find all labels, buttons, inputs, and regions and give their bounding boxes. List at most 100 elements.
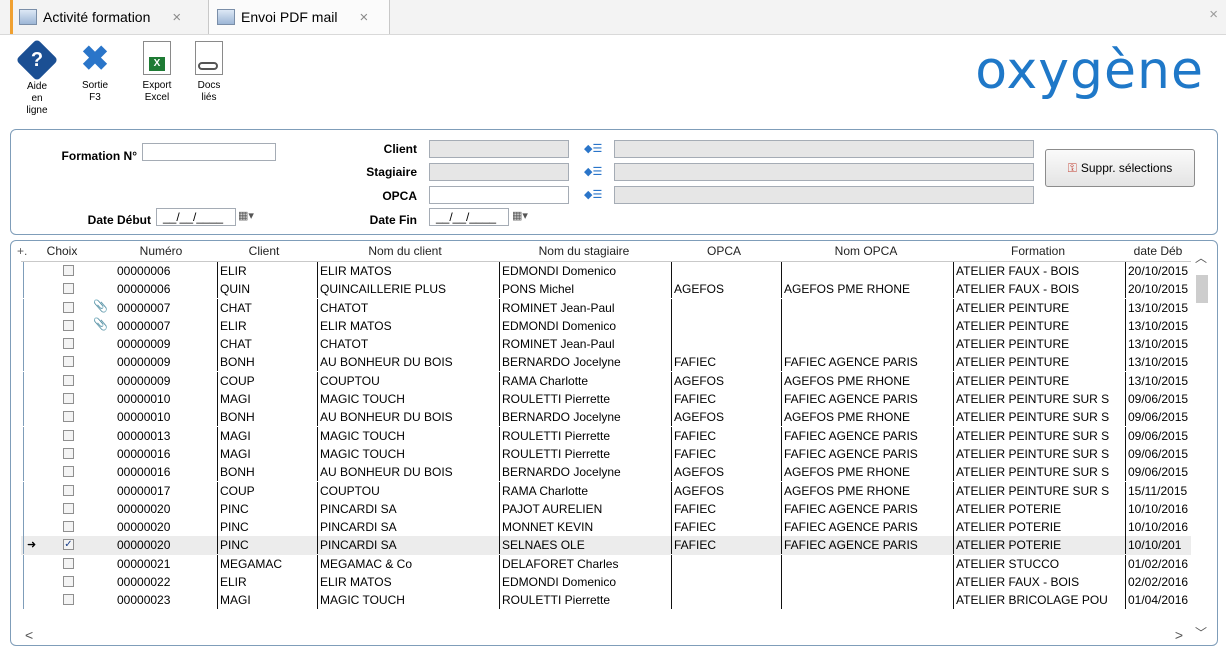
cell-nom_client: COUPTOU bbox=[317, 371, 496, 390]
cell-stagiaire: PONS Michel bbox=[499, 280, 672, 299]
cell-nom_opca: FAFIEC AGENCE PARIS bbox=[781, 390, 954, 409]
table-row[interactable]: 00000016 MAGI MAGIC TOUCH ROULETTI Pierrett… bbox=[21, 444, 1191, 463]
list-picker-icon[interactable]: ◆☰ bbox=[584, 188, 602, 201]
col-numero[interactable]: Numéro bbox=[111, 241, 211, 261]
row-checkbox[interactable] bbox=[63, 576, 74, 588]
col-client[interactable]: Client bbox=[217, 241, 311, 261]
add-column-icon[interactable]: +. bbox=[17, 244, 27, 258]
cell-formation: ATELIER PEINTURE SUR S bbox=[953, 463, 1126, 482]
row-checkbox[interactable] bbox=[63, 594, 74, 606]
table-row[interactable]: 00000009 COUP COUPTOU RAMA Charlotte AGEFOS A… bbox=[21, 371, 1191, 390]
row-indicator bbox=[23, 518, 47, 537]
row-checkbox[interactable]: ✓ bbox=[63, 539, 74, 551]
row-checkbox[interactable] bbox=[63, 502, 74, 514]
date-debut-input[interactable]: __/__/____ bbox=[156, 208, 236, 226]
formation-input[interactable] bbox=[142, 143, 276, 161]
col-choix[interactable]: Choix bbox=[41, 241, 83, 261]
paperclip-icon[interactable]: 📎 bbox=[93, 317, 108, 331]
stagiaire-code-input[interactable] bbox=[429, 163, 569, 181]
cell-stagiaire: RAMA Charlotte bbox=[499, 371, 672, 390]
tab-label: Activité formation bbox=[43, 9, 151, 25]
chevron-right-icon[interactable]: > bbox=[1175, 627, 1183, 643]
export-excel-button[interactable]: X Export Excel bbox=[134, 41, 180, 104]
row-checkbox[interactable] bbox=[63, 447, 74, 459]
list-picker-icon[interactable]: ◆☰ bbox=[584, 142, 602, 155]
col-opca[interactable]: OPCA bbox=[671, 241, 777, 261]
cell-formation: ATELIER PEINTURE SUR S bbox=[953, 390, 1126, 409]
row-checkbox[interactable] bbox=[63, 466, 74, 478]
client-code-input[interactable] bbox=[429, 140, 569, 158]
row-checkbox[interactable] bbox=[63, 374, 74, 386]
chevron-up-icon[interactable]: ︿ bbox=[1195, 249, 1207, 266]
row-checkbox[interactable] bbox=[63, 265, 74, 276]
horizontal-scrollbar[interactable]: < > bbox=[21, 627, 1191, 643]
table-row[interactable]: 00000020 PINC PINCARDI SA PAJOT AURELIEN FAF… bbox=[21, 499, 1191, 518]
close-icon[interactable]: × bbox=[172, 9, 181, 26]
cell-client: BONH bbox=[217, 353, 314, 372]
tab-bar: Activité formation × Envoi PDF mail × × bbox=[0, 0, 1226, 35]
table-row[interactable]: 00000013 MAGI MAGIC TOUCH ROULETTI Pierrett… bbox=[21, 426, 1191, 445]
row-checkbox[interactable] bbox=[63, 411, 74, 423]
table-row[interactable]: 00000017 COUP COUPTOU RAMA Charlotte AGEFOS A… bbox=[21, 481, 1191, 500]
exit-button[interactable]: ✖ Sortie F3 bbox=[72, 41, 118, 104]
window-close-icon[interactable]: × bbox=[1209, 6, 1218, 23]
scroll-thumb[interactable] bbox=[1196, 275, 1208, 303]
row-checkbox[interactable] bbox=[63, 557, 74, 569]
chevron-down-icon[interactable]: ﹀ bbox=[1195, 624, 1207, 641]
tab-activite-formation[interactable]: Activité formation × bbox=[10, 0, 206, 34]
col-nom-opca[interactable]: Nom OPCA bbox=[781, 241, 951, 261]
table-row[interactable]: 00000020 PINC PINCARDI SA MONNET KEVIN FAFIE… bbox=[21, 518, 1191, 537]
row-checkbox[interactable] bbox=[63, 319, 74, 331]
close-icon[interactable]: × bbox=[359, 9, 368, 26]
cell-client: PINC bbox=[217, 518, 314, 537]
cell-formation: ATELIER PEINTURE SUR S bbox=[953, 481, 1126, 500]
row-checkbox[interactable] bbox=[63, 283, 74, 295]
list-picker-icon[interactable]: ◆☰ bbox=[584, 165, 602, 178]
row-checkbox[interactable] bbox=[63, 521, 74, 533]
date-fin-input[interactable]: __/__/____ bbox=[429, 208, 509, 226]
table-row[interactable]: 00000006 QUIN QUINCAILLERIE PLUS PONS Miche… bbox=[21, 280, 1191, 299]
calendar-icon[interactable]: ▦▾ bbox=[238, 209, 254, 222]
table-row[interactable]: 00000009 CHAT CHATOT ROMINET Jean-Paul ATELI… bbox=[21, 335, 1191, 354]
row-checkbox[interactable] bbox=[63, 356, 74, 368]
opca-code-input[interactable] bbox=[429, 186, 569, 204]
table-row[interactable]: 📎 00000007 ELIR ELIR MATOS EDMONDI Domenico A… bbox=[21, 316, 1191, 335]
table-row[interactable]: 00000010 MAGI MAGIC TOUCH ROULETTI Pierrett… bbox=[21, 390, 1191, 409]
help-button[interactable]: ? Aide en ligne bbox=[14, 38, 60, 117]
cell-stagiaire: EDMONDI Domenico bbox=[499, 262, 672, 280]
row-checkbox[interactable] bbox=[63, 301, 74, 313]
col-date-debut[interactable]: date Déb bbox=[1125, 241, 1191, 261]
row-checkbox[interactable] bbox=[63, 393, 74, 405]
table-row[interactable]: 📎 00000007 CHAT CHATOT ROMINET Jean-Paul ATEL… bbox=[21, 298, 1191, 317]
chevron-left-icon[interactable]: < bbox=[25, 627, 33, 643]
col-nom-stagiaire[interactable]: Nom du stagiaire bbox=[499, 241, 669, 261]
cell-opca: AGEFOS bbox=[671, 463, 780, 482]
table-row[interactable]: ➜ ✓ 00000020 PINC PINCARDI SA SELNAES OLE FAFI… bbox=[21, 536, 1191, 555]
row-checkbox[interactable] bbox=[63, 429, 74, 441]
table-row[interactable]: 00000009 BONH AU BONHEUR DU BOIS BERNARDO J… bbox=[21, 353, 1191, 372]
table-row[interactable]: 00000023 MAGI MAGIC TOUCH ROULETTI Pierrett… bbox=[21, 591, 1191, 610]
cell-nom_client: PINCARDI SA bbox=[317, 536, 496, 555]
cell-numero: 00000022 bbox=[117, 575, 171, 590]
export-label-1: Export bbox=[142, 80, 172, 91]
table-row[interactable]: 00000022 ELIR ELIR MATOS EDMONDI Domenico AT… bbox=[21, 573, 1194, 592]
suppr-selections-button[interactable]: ⚿ Suppr. sélections bbox=[1045, 149, 1195, 187]
cell-nom_client: AU BONHEUR DU BOIS bbox=[317, 463, 496, 482]
row-checkbox[interactable] bbox=[63, 484, 74, 496]
filter-panel: Formation N° Date Début __/__/____ ▦▾ Cl… bbox=[10, 129, 1218, 235]
cell-date: 02/02/2016 bbox=[1125, 573, 1194, 592]
table-row[interactable]: 00000016 BONH AU BONHEUR DU BOIS BERNARDO J… bbox=[21, 463, 1191, 482]
tab-envoi-pdf-mail[interactable]: Envoi PDF mail × bbox=[208, 0, 390, 34]
row-checkbox[interactable] bbox=[63, 338, 74, 350]
cell-nom_opca: AGEFOS PME RHONE bbox=[781, 463, 954, 482]
table-row[interactable]: 00000021 MEGAMAC MEGAMAC & Co DELAFORET Cha… bbox=[21, 554, 1191, 573]
col-nom-client[interactable]: Nom du client bbox=[317, 241, 493, 261]
vertical-scrollbar[interactable]: ︿ ﹀ bbox=[1193, 245, 1209, 640]
table-row[interactable]: 00000010 BONH AU BONHEUR DU BOIS BERNARDO J… bbox=[21, 408, 1191, 427]
cell-nom_client: QUINCAILLERIE PLUS bbox=[317, 280, 496, 299]
col-formation[interactable]: Formation bbox=[953, 241, 1123, 261]
table-row[interactable]: 00000006 ELIR ELIR MATOS EDMONDI Domenico AT… bbox=[21, 262, 1191, 280]
calendar-icon[interactable]: ▦▾ bbox=[512, 209, 528, 222]
docs-lies-button[interactable]: Docs liés bbox=[186, 41, 232, 104]
paperclip-icon[interactable]: 📎 bbox=[93, 299, 108, 313]
